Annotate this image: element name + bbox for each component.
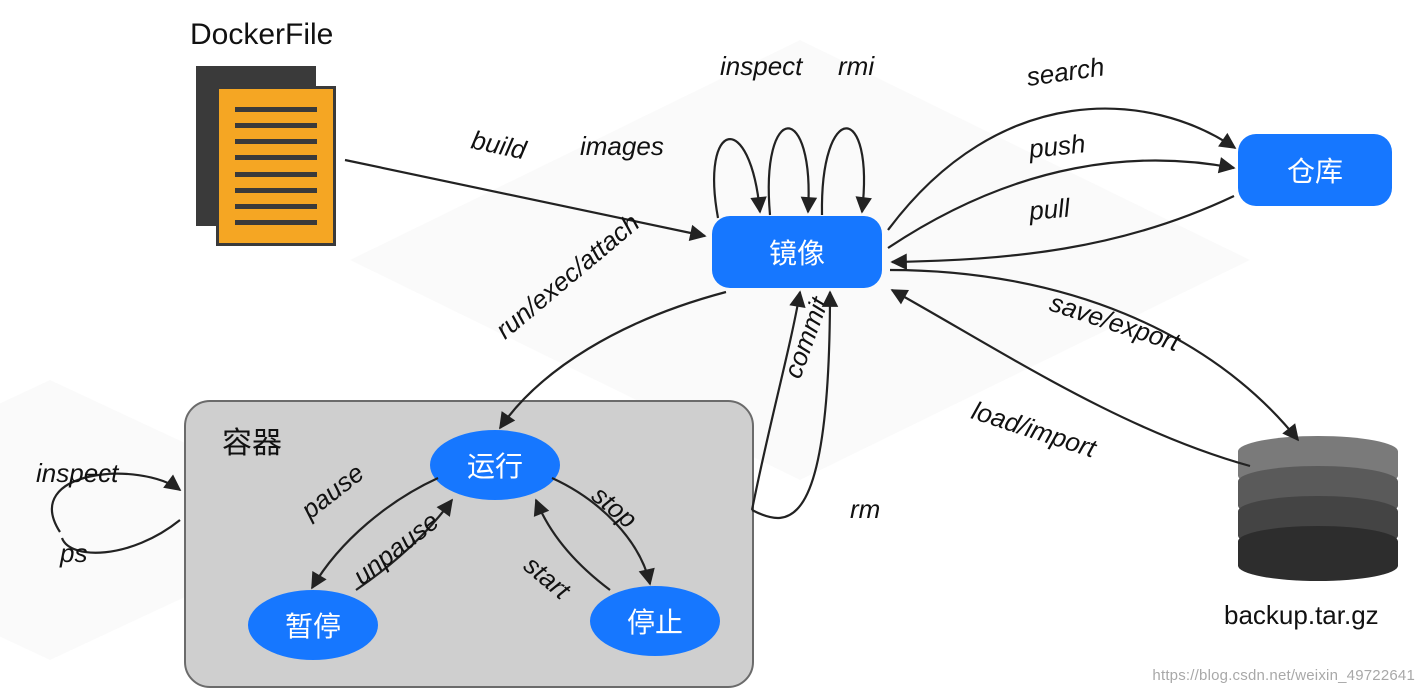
edge-inspect-img: inspect bbox=[720, 51, 804, 81]
node-repo: 仓库 bbox=[1238, 134, 1392, 206]
node-paused: 暂停 bbox=[248, 590, 378, 660]
edge-pull: pull bbox=[1027, 192, 1072, 226]
edge-inspect-ct: inspect bbox=[36, 458, 120, 488]
edge-commit: commit bbox=[777, 291, 834, 382]
backup-db-icon bbox=[1238, 436, 1398, 586]
node-image: 镜像 bbox=[712, 216, 882, 288]
edge-rm: rm bbox=[850, 494, 880, 524]
edge-ps: ps bbox=[59, 538, 87, 568]
edge-build: build bbox=[469, 125, 530, 166]
node-stopped-label: 停止 bbox=[627, 601, 683, 641]
node-running-label: 运行 bbox=[467, 445, 523, 485]
edge-search: search bbox=[1025, 51, 1106, 92]
edge-rmi: rmi bbox=[838, 51, 875, 81]
node-paused-label: 暂停 bbox=[285, 605, 341, 645]
backup-label: backup.tar.gz bbox=[1224, 600, 1379, 631]
node-running: 运行 bbox=[430, 430, 560, 500]
container-group-title: 容器 bbox=[222, 418, 282, 462]
node-image-label: 镜像 bbox=[769, 232, 825, 272]
watermark: https://blog.csdn.net/weixin_49722641 bbox=[1152, 667, 1415, 684]
node-repo-label: 仓库 bbox=[1287, 150, 1343, 190]
edge-run-exec-attach: run/exec/attach bbox=[490, 207, 645, 344]
node-stopped: 停止 bbox=[590, 586, 720, 656]
edge-images: images bbox=[580, 131, 664, 161]
edge-load-import: load/import bbox=[968, 395, 1101, 464]
edge-save-export: save/export bbox=[1046, 287, 1185, 358]
diagram-stage: DockerFile 镜像 仓库 容器 运行 暂停 停止 backup.tar.… bbox=[0, 0, 1423, 688]
edge-push: push bbox=[1026, 128, 1086, 164]
dockerfile-title: DockerFile bbox=[190, 18, 333, 52]
